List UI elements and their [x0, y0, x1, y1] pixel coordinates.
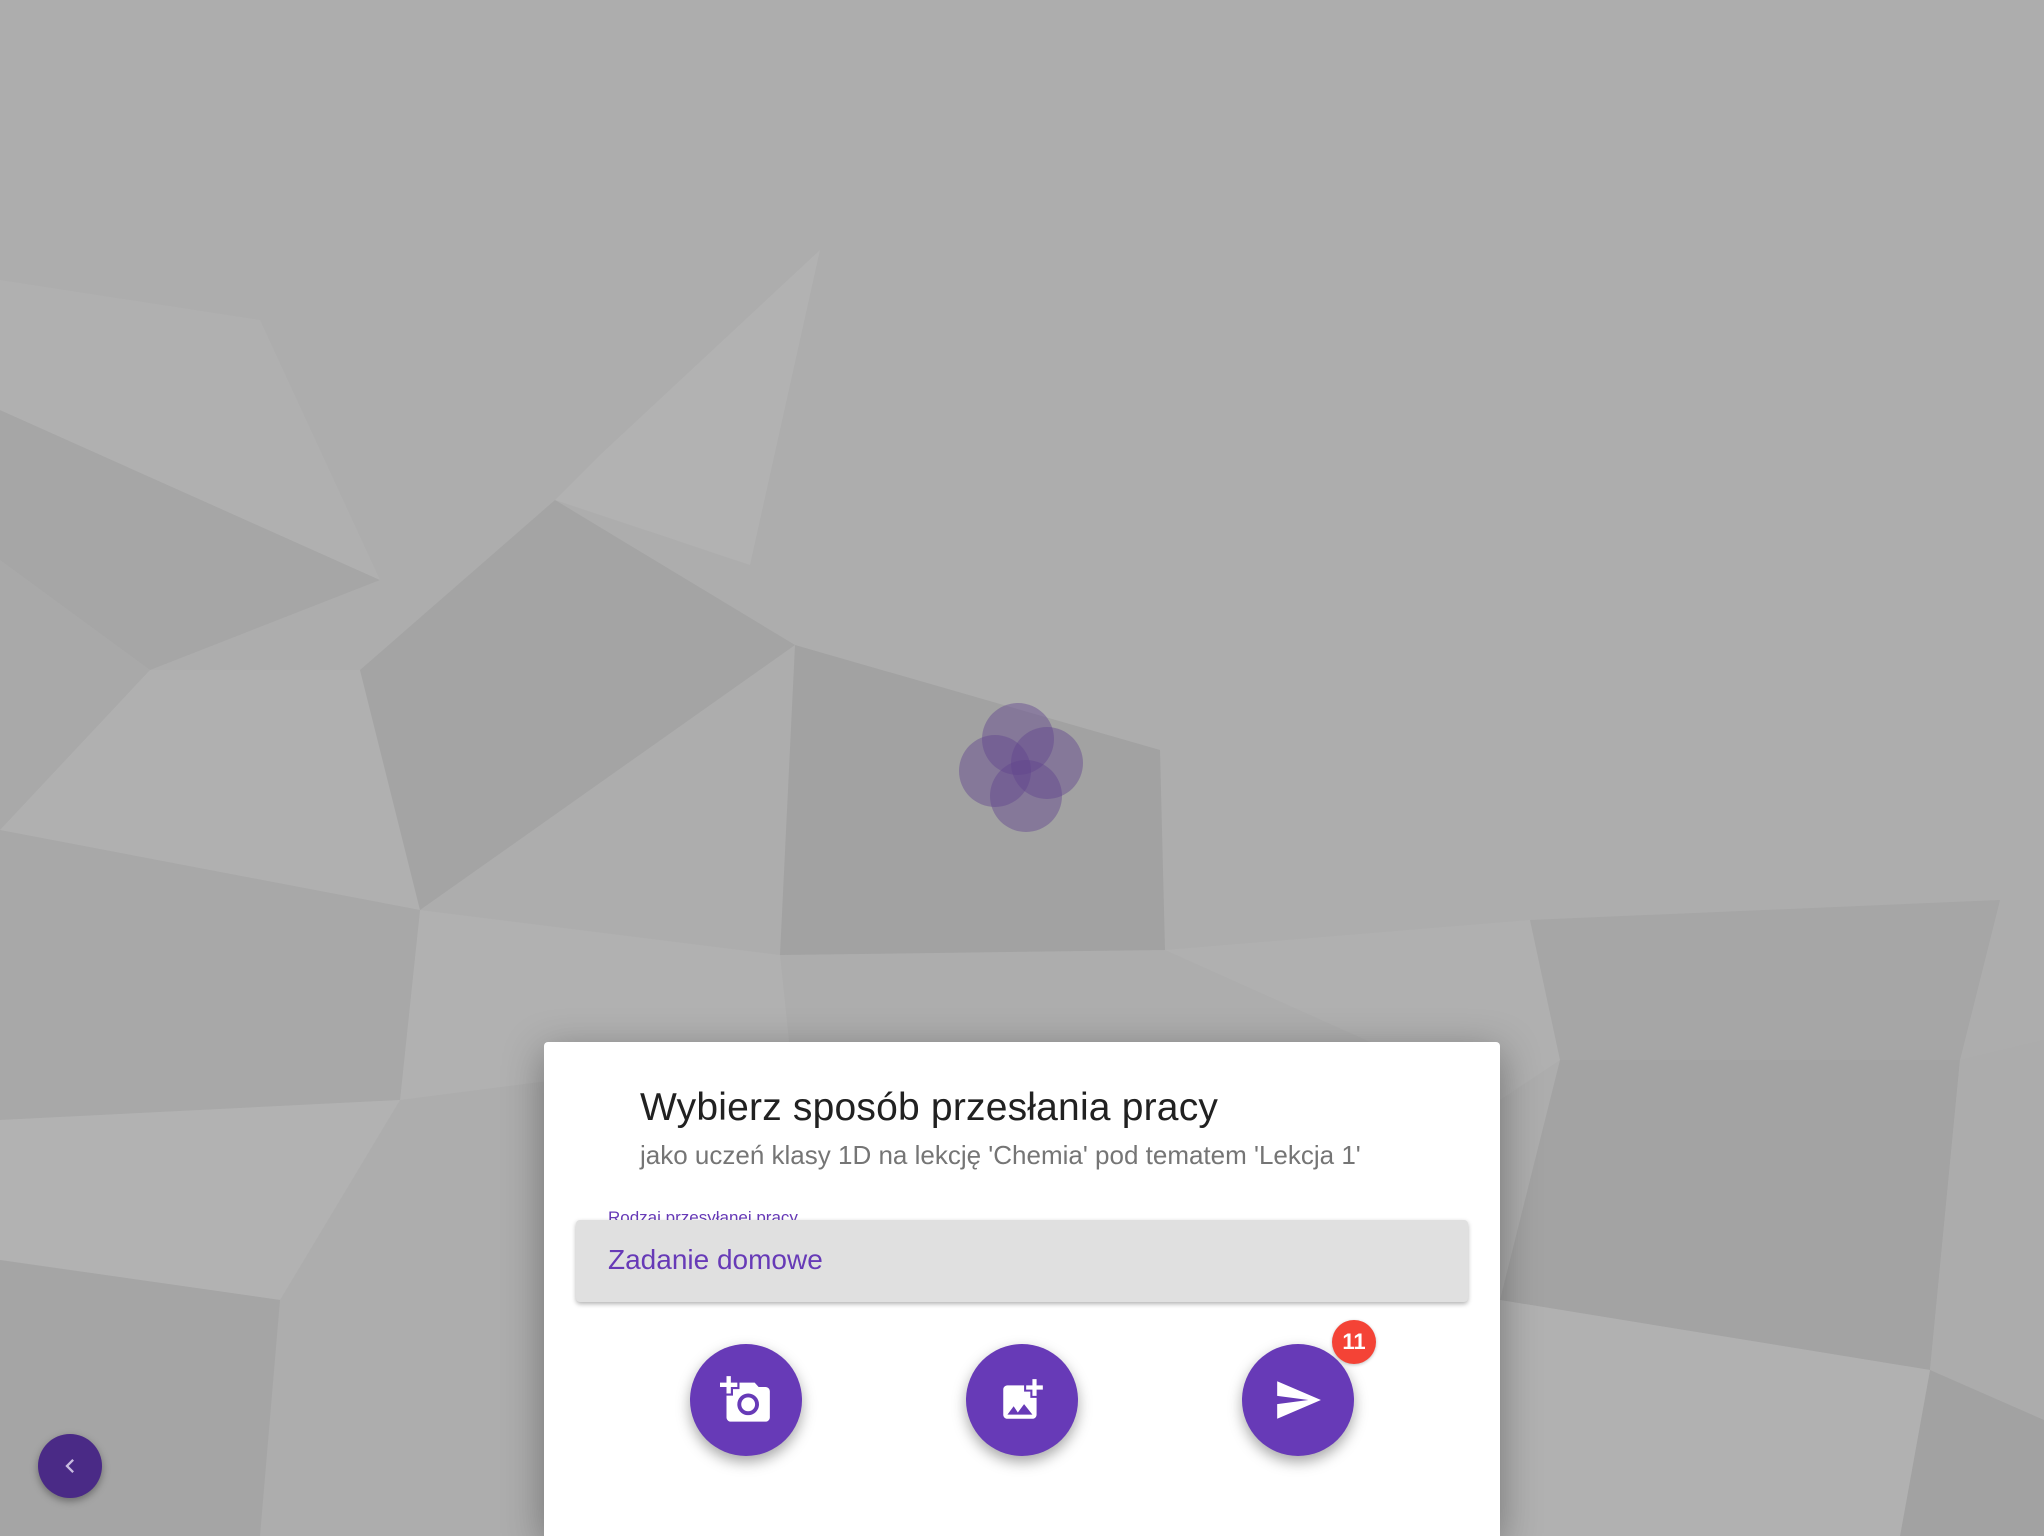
add-image-button[interactable]: [966, 1344, 1078, 1456]
add-photo-icon: [1003, 1379, 1043, 1419]
dialog-title: Wybierz sposób przesłania pracy: [640, 1086, 1219, 1129]
take-photo-button[interactable]: [690, 1344, 802, 1456]
send-button[interactable]: [1242, 1344, 1354, 1456]
work-type-label: Rodzaj przesyłanej pracy: [608, 1208, 798, 1220]
add-a-photo-icon: [720, 1376, 770, 1422]
submit-work-dialog: Wybierz sposób przesłania pracy jako ucz…: [544, 1042, 1500, 1536]
send-icon: [1277, 1381, 1321, 1419]
work-type-select[interactable]: Zadanie domowe: [576, 1220, 1468, 1302]
chevron-left-icon: [65, 1459, 74, 1473]
dialog-subtitle: jako uczeń klasy 1D na lekcję 'Chemia' p…: [640, 1140, 1361, 1170]
notification-badge: 11: [1332, 1320, 1376, 1364]
loading-logo-icon: [950, 697, 1090, 837]
work-type-value: Zadanie domowe: [608, 1244, 823, 1275]
back-button[interactable]: [38, 1434, 102, 1498]
